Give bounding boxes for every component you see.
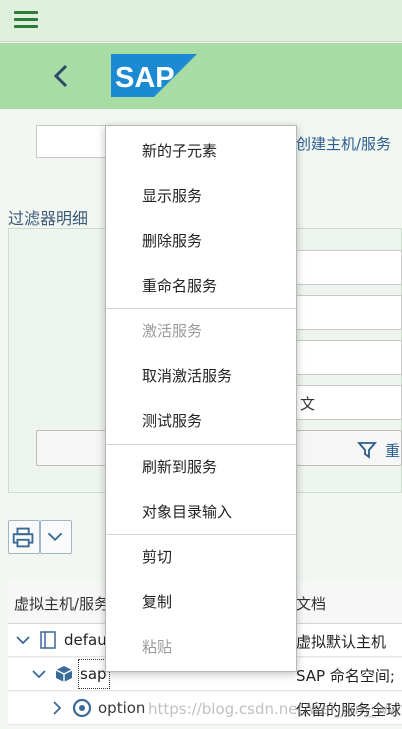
menu-item-display-service[interactable]: 显示服务 [106,174,296,219]
chevron-down-icon[interactable] [32,667,46,681]
chevron-down-icon[interactable] [16,633,30,647]
svg-text:SAP: SAP [115,62,175,94]
filter-details-title: 过滤器明细 [8,209,89,228]
context-menu: 新的子元素 显示服务 删除服务 重命名服务 激活服务 取消激活服务 测试服务 刷… [105,125,297,672]
sap-logo: SAP [111,54,197,97]
filter-icon [357,442,377,459]
filter-field-2[interactable] [292,295,402,330]
filter-field-1[interactable] [292,250,402,285]
back-arrow-icon[interactable] [50,63,72,89]
menu-item-new-child[interactable]: 新的子元素 [106,129,296,174]
menu-item-deactivate-service[interactable]: 取消激活服务 [106,354,296,399]
row-name: sap [80,665,107,683]
package-icon [55,666,73,682]
menu-item-refresh-to-service[interactable]: 刷新到服务 [106,445,296,490]
apply-filter-label: 重 [385,442,401,460]
row-name: defau [64,631,107,649]
menu-item-activate-service: 激活服务 [142,322,203,340]
toolbar-input[interactable] [36,125,106,158]
chevron-right-icon[interactable] [50,701,64,715]
print-icon [12,527,34,548]
watermark: https://blog.csdn.net/wei_sun_www [148,700,402,718]
column-header-doc[interactable]: 文档 [296,593,326,614]
create-host-service-link[interactable]: 创建主机/服务 [296,133,391,154]
filter-left-button[interactable] [36,430,116,466]
app-header: SAP [0,43,402,109]
menu-item-copy[interactable]: 复制 [106,580,296,625]
target-icon [72,698,92,718]
filter-field-3[interactable] [292,340,402,375]
hamburger-menu-icon[interactable] [14,11,38,31]
menu-item-rename-service[interactable]: 重命名服务 [106,264,296,309]
row-doc: SAP 命名空间; [296,667,395,685]
top-bar [0,0,402,42]
menu-item-object-directory-entry[interactable]: 对象目录输入 [106,490,296,535]
chevron-down-icon [47,532,63,542]
menu-item-cut[interactable]: 剪切 [106,535,296,580]
filter-field-4-value: 文 [300,395,316,413]
print-button[interactable] [8,520,40,554]
dropdown-button[interactable] [40,520,72,554]
menu-item-paste: 粘贴 [142,638,173,656]
row-doc: 虚拟默认主机 [296,633,387,651]
document-icon [40,631,56,649]
menu-item-delete-service[interactable]: 删除服务 [106,219,296,264]
column-header-host[interactable]: 虚拟主机/服务 [14,593,109,614]
apply-filter-button[interactable]: 重 [296,430,402,466]
menu-item-test-service[interactable]: 测试服务 [106,399,296,444]
row-name: option [98,699,146,717]
